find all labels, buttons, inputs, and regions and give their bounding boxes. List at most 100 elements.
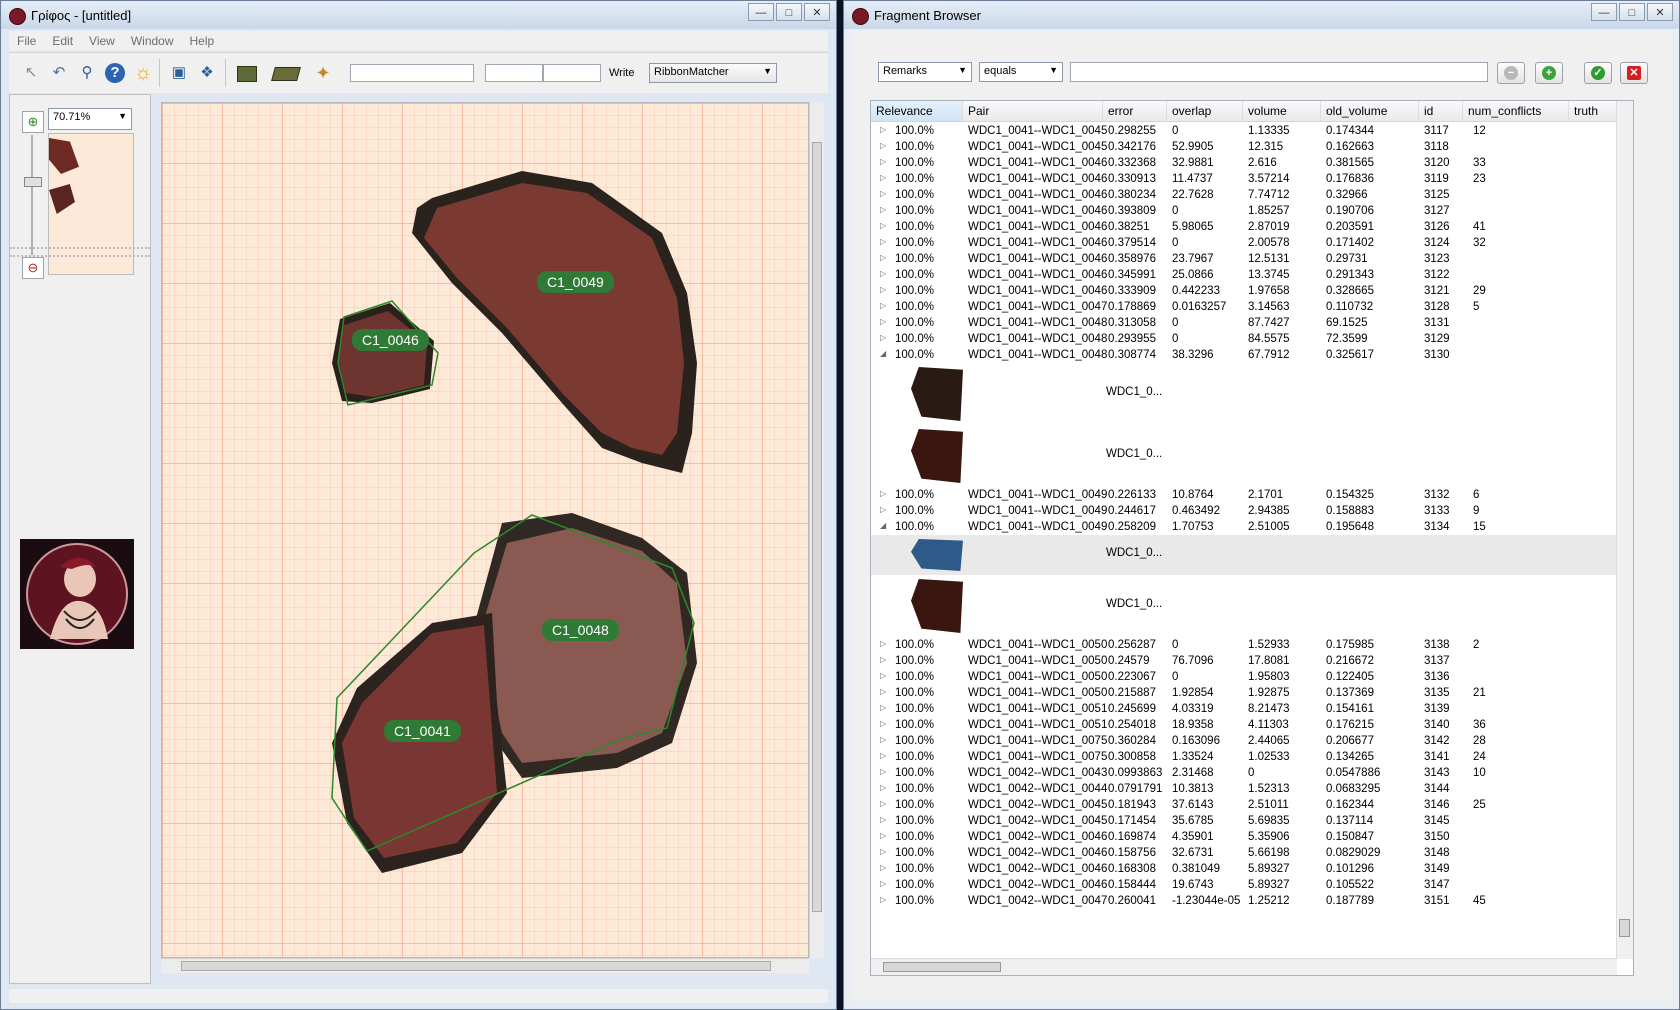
table-row[interactable]: ▷ 100.0% WDC1_0042--WDC1_0044 0.0791791 10.3… <box>871 781 1617 798</box>
canvas-horizontal-scrollbar[interactable] <box>161 958 809 973</box>
expand-icon[interactable]: ▷ <box>880 815 886 824</box>
table-row[interactable]: ▷ 100.0% WDC1_0042--WDC1_0045 0.171454 35.67… <box>871 813 1617 830</box>
fragment-subrow[interactable]: WDC1_0... <box>871 425 1617 487</box>
menu-edit[interactable]: Edit <box>44 31 81 51</box>
minimap[interactable] <box>48 133 134 275</box>
table-row[interactable]: ▷ 100.0% WDC1_0042--WDC1_0046 0.169874 4.359… <box>871 829 1617 846</box>
expand-icon[interactable]: ▷ <box>880 895 886 904</box>
table-row[interactable]: ◢ 100.0% WDC1_0041--WDC1_0048 0.308774 38.32… <box>871 347 1617 364</box>
table-row[interactable]: ▷ 100.0% WDC1_0042--WDC1_0045 0.181943 37.61… <box>871 797 1617 814</box>
menu-help[interactable]: Help <box>182 31 223 51</box>
minimize-button[interactable]: — <box>1591 3 1617 21</box>
zoom-select[interactable]: 70.71% ▼ <box>48 108 132 130</box>
close-button[interactable]: ✕ <box>1647 3 1673 21</box>
expand-icon[interactable]: ▷ <box>880 237 886 246</box>
expand-icon[interactable]: ▷ <box>880 253 886 262</box>
zoom-in-icon[interactable]: ⊕ <box>22 111 44 133</box>
menu-window[interactable]: Window <box>123 31 182 51</box>
scroll-thumb[interactable] <box>181 961 771 971</box>
fragment-label-c1-0049[interactable]: C1_0049 <box>537 271 614 293</box>
expand-icon[interactable]: ▷ <box>880 671 886 680</box>
column-header-volume[interactable]: volume <box>1243 101 1321 121</box>
table-row[interactable]: ▷ 100.0% WDC1_0041--WDC1_0046 0.332368 32.98… <box>871 155 1617 172</box>
table-row[interactable]: ▷ 100.0% WDC1_0041--WDC1_0046 0.330913 11.47… <box>871 171 1617 188</box>
expand-icon[interactable]: ▷ <box>880 767 886 776</box>
filter-field-select[interactable]: Remarks ▼ <box>878 62 972 82</box>
expand-icon[interactable]: ▷ <box>880 189 886 198</box>
table-row[interactable]: ▷ 100.0% WDC1_0041--WDC1_0045 0.342176 52.99… <box>871 139 1617 156</box>
left-titlebar[interactable]: Γρίφος - [untitled] — □ ✕ <box>1 1 836 29</box>
column-header-overlap[interactable]: overlap <box>1167 101 1243 121</box>
column-header-pair[interactable]: Pair <box>963 101 1103 121</box>
zoom-out-icon[interactable]: ⊖ <box>22 257 44 279</box>
table-vertical-scrollbar[interactable] <box>1616 101 1633 959</box>
expand-icon[interactable]: ▷ <box>880 639 886 648</box>
table-row[interactable]: ▷ 100.0% WDC1_0041--WDC1_0049 0.244617 0.463… <box>871 503 1617 520</box>
toolbar-text-input-3[interactable] <box>543 64 601 82</box>
menu-view[interactable]: View <box>81 31 123 51</box>
filter-operator-select[interactable]: equals ▼ <box>979 62 1063 82</box>
expand-icon[interactable]: ▷ <box>880 301 886 310</box>
table-row[interactable]: ▷ 100.0% WDC1_0041--WDC1_0046 0.380234 22.76… <box>871 187 1617 204</box>
table-row[interactable]: ▷ 100.0% WDC1_0041--WDC1_0050 0.24579 76.709… <box>871 653 1617 670</box>
column-header-id[interactable]: id <box>1419 101 1463 121</box>
table-row[interactable]: ▷ 100.0% WDC1_0041--WDC1_0047 0.178869 0.016… <box>871 299 1617 316</box>
collapse-icon[interactable]: ◢ <box>880 349 886 358</box>
column-header-old-volume[interactable]: old_volume <box>1321 101 1419 121</box>
fragment-flat-icon[interactable] <box>235 61 259 85</box>
table-row[interactable]: ▷ 100.0% WDC1_0041--WDC1_0046 0.393809 0 1.85… <box>871 203 1617 220</box>
expand-icon[interactable]: ▷ <box>880 879 886 888</box>
zoom-slider-handle[interactable] <box>24 177 42 187</box>
fit-view-icon[interactable]: ▣ <box>167 61 191 85</box>
table-row[interactable]: ▷ 100.0% WDC1_0041--WDC1_0046 0.358976 23.79… <box>871 251 1617 268</box>
expand-icon[interactable]: ❖ <box>195 61 219 85</box>
expand-icon[interactable]: ▷ <box>880 489 886 498</box>
expand-icon[interactable]: ▷ <box>880 141 886 150</box>
expand-icon[interactable]: ▷ <box>880 863 886 872</box>
table-row[interactable]: ▷ 100.0% WDC1_0042--WDC1_0046 0.158444 19.67… <box>871 877 1617 894</box>
column-header-num-conflicts[interactable]: num_conflicts <box>1463 101 1569 121</box>
expand-icon[interactable]: ▷ <box>880 783 886 792</box>
expand-icon[interactable]: ▷ <box>880 125 886 134</box>
apply-filter-button[interactable]: ✓ <box>1584 62 1612 84</box>
fragment-subrow[interactable]: WDC1_0... <box>871 535 1617 575</box>
table-row[interactable]: ▷ 100.0% WDC1_0041--WDC1_0051 0.254018 18.93… <box>871 717 1617 734</box>
column-header-relevance[interactable]: Relevance <box>871 101 963 121</box>
fragment-subrow[interactable]: WDC1_0... <box>871 363 1617 425</box>
expand-icon[interactable]: ▷ <box>880 831 886 840</box>
expand-icon[interactable]: ▷ <box>880 317 886 326</box>
expand-icon[interactable]: ▷ <box>880 269 886 278</box>
expand-icon[interactable]: ▷ <box>880 333 886 342</box>
table-row[interactable]: ▷ 100.0% WDC1_0041--WDC1_0075 0.360284 0.163… <box>871 733 1617 750</box>
table-row[interactable]: ▷ 100.0% WDC1_0041--WDC1_0048 0.293955 0 84.5… <box>871 331 1617 348</box>
reconstruction-canvas[interactable]: C1_0049 C1_0046 C1_0048 C1_0041 <box>161 102 809 958</box>
collapse-icon[interactable]: ◢ <box>880 521 886 530</box>
expand-icon[interactable]: ▷ <box>880 687 886 696</box>
table-row[interactable]: ▷ 100.0% WDC1_0041--WDC1_0046 0.345991 25.08… <box>871 267 1617 284</box>
zoom-slider-track[interactable] <box>31 135 33 255</box>
clear-filter-button[interactable]: ✕ <box>1620 62 1648 84</box>
toolbar-text-input-1[interactable] <box>350 64 474 82</box>
table-row[interactable]: ▷ 100.0% WDC1_0041--WDC1_0051 0.245699 4.033… <box>871 701 1617 718</box>
sun-icon[interactable]: ☼ <box>131 61 155 85</box>
table-row[interactable]: ◢ 100.0% WDC1_0041--WDC1_0049 0.258209 1.707… <box>871 519 1617 536</box>
scroll-thumb[interactable] <box>883 962 1001 972</box>
expand-icon[interactable]: ▷ <box>880 799 886 808</box>
magic-wand-icon[interactable]: ✦ <box>309 61 337 85</box>
table-row[interactable]: ▷ 100.0% WDC1_0042--WDC1_0043 0.0993863 2.31… <box>871 765 1617 782</box>
table-horizontal-scrollbar[interactable] <box>871 958 1617 975</box>
expand-icon[interactable]: ▷ <box>880 173 886 182</box>
expand-icon[interactable]: ▷ <box>880 157 886 166</box>
pointer-icon[interactable]: ↖ <box>19 61 43 85</box>
close-button[interactable]: ✕ <box>804 3 830 21</box>
scroll-thumb[interactable] <box>1619 919 1630 937</box>
filter-value-input[interactable] <box>1070 62 1488 82</box>
table-row[interactable]: ▷ 100.0% WDC1_0042--WDC1_0046 0.158756 32.67… <box>871 845 1617 862</box>
fragment-label-c1-0046[interactable]: C1_0046 <box>352 329 429 351</box>
expand-icon[interactable]: ▷ <box>880 285 886 294</box>
expand-icon[interactable]: ▷ <box>880 719 886 728</box>
column-header-error[interactable]: error <box>1103 101 1167 121</box>
expand-icon[interactable]: ▷ <box>880 735 886 744</box>
expand-icon[interactable]: ▷ <box>880 505 886 514</box>
fragment-perspective-icon[interactable] <box>271 61 301 85</box>
